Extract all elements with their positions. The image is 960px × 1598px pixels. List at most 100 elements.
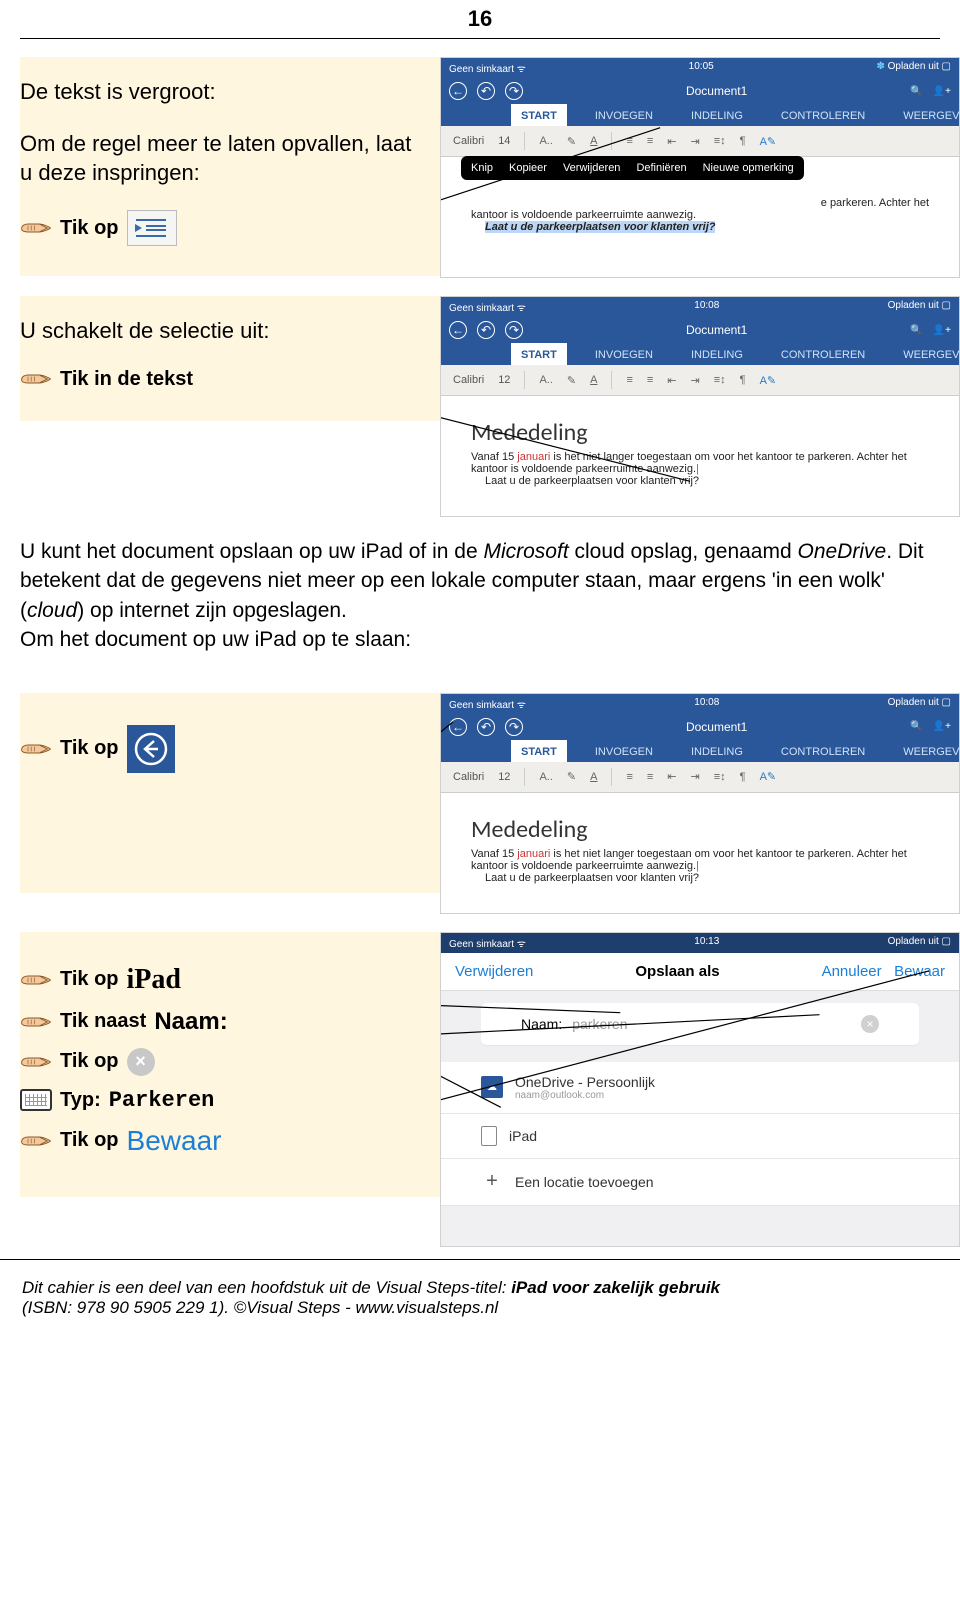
styles-icon[interactable]: A.. [539, 374, 552, 386]
outdent-icon[interactable]: ⇤ [667, 135, 676, 148]
undo-icon[interactable]: ↶ [477, 321, 495, 339]
tab-controleren[interactable]: CONTROLEREN [771, 343, 875, 365]
align-icon[interactable]: ≡↕ [714, 374, 726, 386]
top-rule [20, 38, 940, 39]
tab-invoegen[interactable]: INVOEGEN [585, 343, 663, 365]
share-icon[interactable]: 👤+ [933, 325, 951, 336]
bullets-icon[interactable]: ≡ [626, 135, 632, 147]
instruction-block-1: De tekst is vergroot: Om de regel meer t… [20, 57, 440, 276]
ctx-def[interactable]: Definiëren [636, 162, 686, 174]
indent-icon[interactable]: ⇥ [691, 770, 700, 783]
font-size[interactable]: 12 [498, 771, 510, 783]
step-label: Tik op [60, 1129, 119, 1152]
ctx-knip[interactable]: Knip [471, 162, 493, 174]
redo-icon[interactable]: ↷ [505, 321, 523, 339]
fontcolor-icon[interactable]: A [590, 771, 597, 783]
para-icon[interactable]: ¶ [740, 771, 746, 783]
bullets-icon[interactable]: ≡ [626, 374, 632, 386]
onedrive-email: naam@outlook.com [515, 1090, 655, 1101]
tab-controleren[interactable]: CONTROLEREN [771, 740, 875, 762]
tab-start[interactable]: START [511, 740, 567, 762]
numbering-icon[interactable]: ≡ [647, 135, 653, 147]
naam-label: Naam: [154, 1008, 227, 1036]
font-size[interactable]: 14 [498, 135, 510, 147]
fontcolor-icon[interactable]: A [590, 374, 597, 386]
step-4e: Tik op Bewaar [20, 1125, 424, 1157]
search-icon[interactable]: 🔍 [910, 86, 922, 97]
styles2-icon[interactable]: A✎ [760, 374, 777, 387]
share-icon[interactable]: 👤+ [933, 86, 951, 97]
tab-weergeven[interactable]: WEERGEVEN [893, 343, 960, 365]
tab-indeling[interactable]: INDELING [681, 104, 753, 126]
styles-icon[interactable]: A.. [539, 135, 552, 147]
outdent-icon[interactable]: ⇤ [667, 770, 676, 783]
tab-indeling[interactable]: INDELING [681, 343, 753, 365]
align-icon[interactable]: ≡↕ [714, 135, 726, 147]
align-icon[interactable]: ≡↕ [714, 771, 726, 783]
outdent-icon[interactable]: ⇤ [667, 374, 676, 387]
redo-icon[interactable]: ↷ [505, 82, 523, 100]
font-name[interactable]: Calibri [453, 374, 484, 386]
redo-icon[interactable]: ↷ [505, 718, 523, 736]
filename-input[interactable] [572, 1016, 851, 1032]
screenshot-4: Geen simkaart ᯤ10:13Opladen uit ▢ Verwij… [440, 932, 960, 1247]
highlight-icon[interactable]: ✎ [567, 374, 576, 387]
back-icon[interactable]: ← [449, 321, 467, 339]
step-4d: Typ:Parkeren [20, 1088, 424, 1113]
add-location-row[interactable]: + Een locatie toevoegen [441, 1159, 959, 1206]
para-icon[interactable]: ¶ [740, 374, 746, 386]
para-icon[interactable]: ¶ [740, 135, 746, 147]
indent-icon[interactable]: ⇥ [691, 135, 700, 148]
bullets-icon[interactable]: ≡ [626, 771, 632, 783]
step-4b: Tik naastNaam: [20, 1008, 424, 1036]
numbering-icon[interactable]: ≡ [647, 771, 653, 783]
undo-icon[interactable]: ↶ [477, 82, 495, 100]
tab-weergeven[interactable]: WEERGEVEN [893, 104, 960, 126]
ctx-kopieer[interactable]: Kopieer [509, 162, 547, 174]
highlight-icon[interactable]: ✎ [567, 770, 576, 783]
instr-heading-1: De tekst is vergroot: [20, 77, 424, 107]
ipad-row[interactable]: iPad [441, 1114, 959, 1159]
titlebar: ← ↶ ↷ Document1 🔍 👤+ [441, 78, 959, 104]
onedrive-row[interactable]: ☁ OneDrive - Persoonlijknaam@outlook.com [441, 1062, 959, 1114]
font-name[interactable]: Calibri [453, 135, 484, 147]
share-icon[interactable]: 👤+ [933, 721, 951, 732]
typed-text: Parkeren [109, 1088, 215, 1113]
styles-icon[interactable]: A.. [539, 771, 552, 783]
bewaar-label: Bewaar [127, 1125, 222, 1157]
save-button[interactable]: Bewaar [894, 963, 945, 980]
cancel-button[interactable]: Annuleer [822, 963, 882, 980]
styles2-icon[interactable]: A✎ [760, 770, 777, 783]
instruction-block-3: Tik op [20, 693, 440, 893]
back-icon[interactable]: ← [449, 82, 467, 100]
ipad-loc-label: iPad [509, 1128, 537, 1144]
screenshot-2: Geen simkaart ᯤ10:08Opladen uit ▢ ←↶↷Doc… [440, 296, 960, 517]
hand-icon [20, 368, 52, 390]
status-left: Geen simkaart ᯤ [449, 697, 526, 711]
indent-icon[interactable]: ⇥ [691, 374, 700, 387]
tab-controleren[interactable]: CONTROLEREN [771, 104, 875, 126]
ctx-nieuw[interactable]: Nieuwe opmerking [703, 162, 794, 174]
font-size[interactable]: 12 [498, 374, 510, 386]
highlight-icon[interactable]: ✎ [567, 135, 576, 148]
tab-start[interactable]: START [511, 343, 567, 365]
middle-paragraph: U kunt het document opslaan op uw iPad o… [20, 517, 940, 675]
tab-indeling[interactable]: INDELING [681, 740, 753, 762]
search-icon[interactable]: 🔍 [910, 325, 922, 336]
ctx-verwijder[interactable]: Verwijderen [563, 162, 620, 174]
tab-invoegen[interactable]: INVOEGEN [585, 104, 663, 126]
fontcolor-icon[interactable]: A [590, 135, 597, 147]
delete-button[interactable]: Verwijderen [455, 963, 533, 980]
filename-row: Naam: × [481, 1003, 919, 1046]
tab-start[interactable]: START [511, 104, 567, 126]
plus-icon: + [481, 1171, 503, 1193]
clear-name-icon[interactable]: × [861, 1015, 879, 1033]
tab-invoegen[interactable]: INVOEGEN [585, 740, 663, 762]
back-icon[interactable]: ← [449, 718, 467, 736]
tab-weergeven[interactable]: WEERGEVEN [893, 740, 960, 762]
search-icon[interactable]: 🔍 [910, 721, 922, 732]
undo-icon[interactable]: ↶ [477, 718, 495, 736]
styles2-icon[interactable]: A✎ [760, 135, 777, 148]
numbering-icon[interactable]: ≡ [647, 374, 653, 386]
font-name[interactable]: Calibri [453, 771, 484, 783]
